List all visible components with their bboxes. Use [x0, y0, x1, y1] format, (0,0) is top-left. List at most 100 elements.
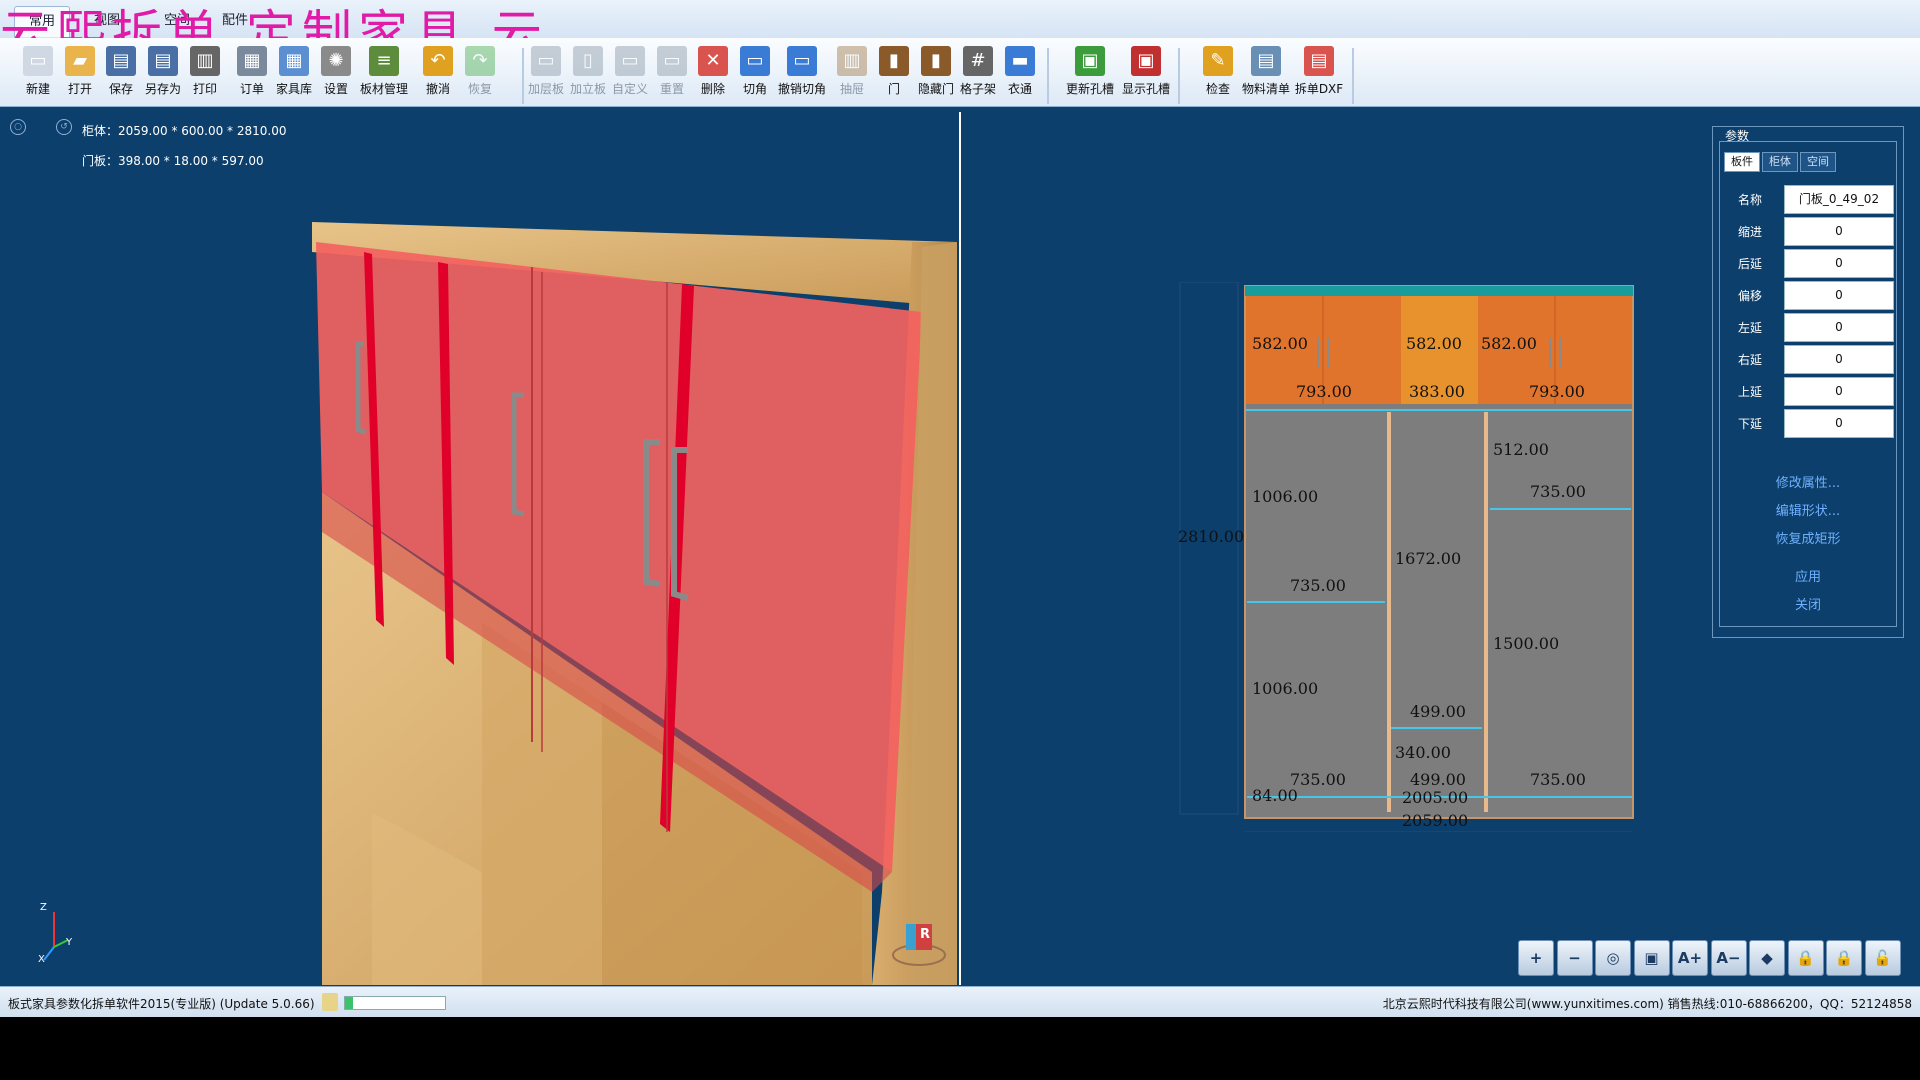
new-file-icon: ▭	[23, 46, 53, 76]
door-icon: ▮	[879, 46, 909, 76]
save-icon: ▤	[106, 46, 136, 76]
cut-corner-icon: ▭	[740, 46, 770, 76]
field-label: 缩进	[1738, 225, 1763, 239]
progress-bar	[344, 996, 446, 1010]
redo-icon: ↷	[465, 46, 495, 76]
undo-cut-corner-button[interactable]: ▭ 撤销切角	[778, 44, 826, 104]
tab-space-panel[interactable]: 空间	[1800, 152, 1836, 172]
field-label: 上延	[1738, 385, 1763, 399]
field-input[interactable]: 门板_0_49_02	[1784, 185, 1894, 214]
apply-link[interactable]: 应用	[1720, 566, 1896, 585]
dim-top-right-height: 582.00	[1481, 334, 1537, 353]
dim-middle-width-1: 499.00	[1410, 702, 1466, 721]
lock-alt-icon[interactable]: 🔒	[1826, 940, 1862, 976]
delete-icon: ✕	[698, 46, 728, 76]
toolbar-button-label: 显示孔槽	[1121, 82, 1170, 96]
screenshot-icon[interactable]: ▣	[1633, 940, 1670, 976]
view-cube-letter[interactable]: R	[920, 927, 930, 942]
board-stack-icon: ≡	[369, 46, 399, 76]
save-as-icon: ▤	[148, 46, 178, 76]
dxf-export-button[interactable]: ▤ 拆单DXF	[1295, 44, 1343, 104]
field-label: 偏移	[1738, 289, 1763, 303]
field-label: 下延	[1738, 417, 1763, 431]
field-input[interactable]: 0	[1784, 249, 1894, 278]
dim-inner-width: 2005.00	[1402, 788, 1469, 807]
toolbar-button-label: 更新孔槽	[1065, 82, 1114, 96]
board-stack-button[interactable]: ≡ 板材管理	[360, 44, 408, 104]
field-input[interactable]: 0	[1784, 345, 1894, 374]
progress-fill	[345, 997, 353, 1009]
dim-left-lower-height: 1006.00	[1252, 679, 1319, 698]
field-label: 左延	[1738, 321, 1763, 335]
drawer-icon: ▥	[837, 46, 867, 76]
field-label: 右延	[1738, 353, 1763, 367]
toolbar-button-label: 拆单DXF	[1294, 82, 1344, 96]
cut-corner-button[interactable]: ▭ 切角	[734, 44, 776, 104]
check-icon: ✎	[1203, 46, 1233, 76]
hanger-rod-icon: ▬	[1005, 46, 1035, 76]
2d-elevation-drawing[interactable]: 2810.00 582.00 582.00 582.00 793.00 383.…	[1178, 282, 1638, 832]
toolbar-button-label: 板材管理	[359, 82, 408, 96]
print-icon: ▥	[190, 46, 220, 76]
dim-middle-width-2: 499.00	[1410, 770, 1466, 789]
material-list-icon: ▤	[1251, 46, 1281, 76]
dim-top-right-width: 793.00	[1529, 382, 1585, 401]
check-button[interactable]: ✎ 检查	[1197, 44, 1239, 104]
cabinet-3d-render	[43, 222, 957, 985]
ribbon-tab-bar: 常用 视图 空间 配件 云熙拆单 定制家具 云	[0, 0, 1920, 63]
print-button[interactable]: ▥ 打印	[184, 44, 226, 104]
axis-z-label: Z	[40, 902, 47, 913]
dim-left-upper-width: 735.00	[1290, 576, 1346, 595]
font-smaller-icon[interactable]: A−	[1710, 940, 1747, 976]
dim-top-left-width: 793.00	[1296, 382, 1352, 401]
dim-top-middle-width: 383.00	[1409, 382, 1465, 401]
unlock-icon[interactable]: 🔓	[1864, 940, 1901, 976]
field-input[interactable]: 0	[1784, 409, 1894, 438]
zoom-fit-icon[interactable]: ◎	[1595, 940, 1631, 976]
tab-board[interactable]: 板件	[1724, 152, 1760, 172]
dim-right-lower-height: 1500.00	[1493, 634, 1560, 653]
app-name-text: 板式家具参数化拆单软件2015(专业版) (Update 5.0.66)	[8, 997, 315, 1011]
dim-right-top-height: 512.00	[1493, 440, 1549, 459]
field-input[interactable]: 0	[1784, 313, 1894, 342]
toolbar-separator	[1352, 48, 1354, 104]
axis-x-label: X	[38, 954, 45, 965]
custom-icon: ▭	[615, 46, 645, 76]
dim-top-middle-height: 582.00	[1406, 334, 1462, 353]
order-icon: ▦	[237, 46, 267, 76]
params-panel: 参数 板件 柜体 空间 名称 门板_0_49_02 缩进 0 后延 0 偏移 0 左延 0 右延 0 上…	[1712, 126, 1904, 638]
show-holes-button[interactable]: ▣ 显示孔槽	[1122, 44, 1170, 104]
field-input[interactable]: 0	[1784, 377, 1894, 406]
restore-rectangle-link[interactable]: 恢复成矩形	[1720, 528, 1896, 547]
hanger-rod-button[interactable]: ▬ 衣通	[999, 44, 1041, 104]
material-list-button[interactable]: ▤ 物料清单	[1242, 44, 1290, 104]
toolbar-separator	[1047, 48, 1049, 104]
undo-icon: ↶	[423, 46, 453, 76]
company-info-text: 北京云熙时代科技有限公司(www.yunxitimes.com) 销售热线:01…	[1382, 997, 1912, 1011]
edit-shape-link[interactable]: 编辑形状...	[1720, 500, 1896, 519]
tag-icon[interactable]: ◆	[1749, 940, 1785, 976]
dim-total-height: 2810.00	[1178, 527, 1245, 546]
status-icon	[322, 993, 338, 1011]
redo-button[interactable]: ↷ 恢复	[459, 44, 501, 104]
3d-viewport[interactable]: ○ ↺ 柜体：2059.00 * 600.00 * 2810.00 门板：398…	[2, 112, 961, 985]
update-holes-button[interactable]: ▣ 更新孔槽	[1066, 44, 1114, 104]
modify-properties-link[interactable]: 修改属性...	[1720, 472, 1896, 491]
font-larger-icon[interactable]: A+	[1672, 940, 1708, 976]
lock-icon[interactable]: 🔒	[1787, 940, 1824, 976]
undo-cut-corner-icon: ▭	[787, 46, 817, 76]
toolbar-separator	[522, 48, 524, 104]
field-input[interactable]: 0	[1784, 217, 1894, 246]
field-label: 后延	[1738, 257, 1763, 271]
close-link[interactable]: 关闭	[1720, 594, 1896, 613]
status-bar: 板式家具参数化拆单软件2015(专业版) (Update 5.0.66) 北京云…	[0, 986, 1920, 1017]
field-input[interactable]: 0	[1784, 281, 1894, 310]
dim-left-lower-width: 735.00	[1290, 770, 1346, 789]
dim-right-lower-width: 735.00	[1530, 770, 1586, 789]
zoom-in-icon[interactable]: +	[1518, 940, 1554, 976]
toolbar-button-label: 衣通	[1007, 82, 1032, 96]
gear-button[interactable]: ✺ 设置	[315, 44, 357, 104]
dim-middle-height: 1672.00	[1395, 549, 1462, 568]
zoom-out-icon[interactable]: −	[1556, 940, 1593, 976]
tab-cabinet[interactable]: 柜体	[1762, 152, 1798, 172]
